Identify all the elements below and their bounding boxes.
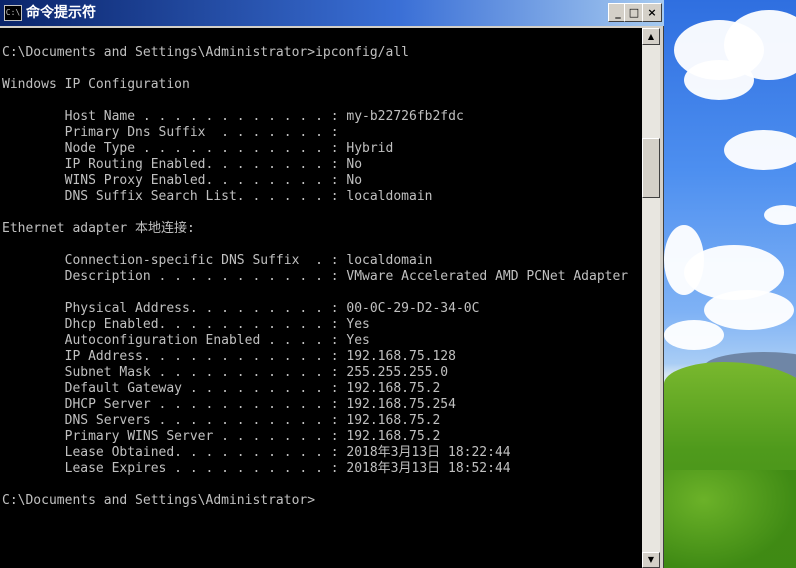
desktop-wallpaper: [664, 0, 796, 568]
vertical-scrollbar[interactable]: ▲ ▼: [642, 28, 660, 568]
console-line: Subnet Mask . . . . . . . . . . . : 255.…: [2, 365, 449, 380]
close-button[interactable]: ×: [642, 3, 662, 22]
console-line: Ethernet adapter 本地连接:: [2, 221, 195, 236]
window-title: 命令提示符: [26, 5, 96, 21]
console-line: C:\Documents and Settings\Administrator>…: [2, 45, 409, 60]
console-line: IP Routing Enabled. . . . . . . . : No: [2, 157, 363, 172]
scroll-down-arrow-icon[interactable]: ▼: [642, 552, 660, 568]
title-bar[interactable]: C:\ 命令提示符 _ □ ×: [0, 0, 664, 26]
console-line: Host Name . . . . . . . . . . . . : my-b…: [2, 109, 464, 124]
console-line: WINS Proxy Enabled. . . . . . . . : No: [2, 173, 363, 188]
console-line: DNS Suffix Search List. . . . . . : loca…: [2, 189, 433, 204]
scroll-thumb[interactable]: [642, 138, 660, 198]
console-text: C:\Documents and Settings\Administrator>…: [2, 45, 628, 509]
console-line: DHCP Server . . . . . . . . . . . : 192.…: [2, 397, 456, 412]
scroll-up-arrow-icon[interactable]: ▲: [642, 28, 660, 45]
console-line: Lease Expires . . . . . . . . . . : 2018…: [2, 461, 511, 476]
cloud: [724, 130, 796, 170]
command-prompt-window[interactable]: C:\ 命令提示符 _ □ × C:\Documents and Setting…: [0, 0, 664, 568]
console-line: Primary WINS Server . . . . . . . : 192.…: [2, 429, 441, 444]
console-line: Lease Obtained. . . . . . . . . . : 2018…: [2, 445, 511, 460]
console-line: C:\Documents and Settings\Administrator>: [2, 493, 316, 508]
console-output[interactable]: C:\Documents and Settings\Administrator>…: [0, 28, 642, 568]
console-line: Node Type . . . . . . . . . . . . : Hybr…: [2, 141, 394, 156]
console-line: Description . . . . . . . . . . . : VMwa…: [2, 269, 629, 284]
console-line: Primary Dns Suffix . . . . . . . :: [2, 125, 339, 140]
window-frame: [660, 26, 664, 568]
console-line: Physical Address. . . . . . . . . : 00-0…: [2, 301, 480, 316]
console-line: Autoconfiguration Enabled . . . . : Yes: [2, 333, 370, 348]
cloud: [684, 60, 754, 100]
cloud: [764, 205, 796, 225]
cmd-icon[interactable]: C:\: [4, 5, 22, 21]
console-line: Connection-specific DNS Suffix . : local…: [2, 253, 433, 268]
cloud: [704, 290, 794, 330]
console-line: Default Gateway . . . . . . . . . : 192.…: [2, 381, 441, 396]
console-line: DNS Servers . . . . . . . . . . . : 192.…: [2, 413, 441, 428]
console-line: Windows IP Configuration: [2, 77, 190, 92]
console-line: Dhcp Enabled. . . . . . . . . . . : Yes: [2, 317, 370, 332]
green-hill-foreground: [664, 470, 796, 568]
maximize-button[interactable]: □: [624, 3, 644, 22]
cloud: [664, 320, 724, 350]
console-line: IP Address. . . . . . . . . . . . : 192.…: [2, 349, 456, 364]
